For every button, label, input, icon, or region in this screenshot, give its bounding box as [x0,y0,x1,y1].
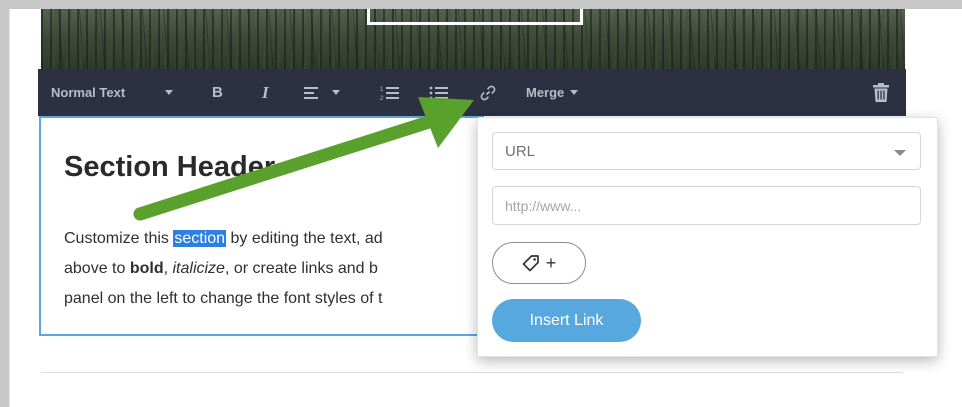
svg-text:2: 2 [380,96,384,101]
window-left-border [0,0,9,407]
body-line-3: panel on the left to change the font sty… [64,290,383,307]
chevron-down-icon [570,90,579,95]
merge-tag-button[interactable]: + [492,242,586,284]
bold-button[interactable]: B [212,69,223,116]
text-run: above to [64,260,130,277]
text-run: , or create links and b [224,260,378,277]
svg-text:1: 1 [380,87,384,93]
tag-icon [522,255,539,272]
hero-frame-box [367,9,583,25]
trash-icon [873,83,889,102]
canvas-left-edge [9,9,10,407]
body-line-2: above to bold, italicize, or create link… [64,254,484,284]
hero-image [41,9,905,69]
ordered-list-button[interactable]: 1 2 [380,69,400,116]
italic-icon: I [262,82,269,102]
chevron-down-icon [332,90,340,95]
selected-text: section [173,230,227,247]
align-left-icon [304,86,318,99]
text-run: Customize this [64,230,174,247]
chevron-down-icon [894,150,906,156]
merge-dropdown[interactable]: Merge [526,69,579,116]
unordered-list-icon [429,86,448,99]
text-style-dropdown[interactable]: Normal Text [51,69,125,116]
unordered-list-button[interactable] [429,69,449,116]
bold-icon: B [212,84,223,101]
window-top-border [0,0,962,9]
bold-text: bold [129,260,164,277]
tag-plus-label: + [545,252,557,273]
link-button[interactable] [479,69,497,116]
text-style-label: Normal Text [51,85,126,100]
delete-button[interactable] [873,69,889,116]
link-icon [480,85,496,100]
text-style-caret[interactable] [165,69,173,116]
merge-label: Merge [526,85,565,100]
section-divider [41,372,903,373]
section-header[interactable]: Section Header [64,151,275,184]
link-type-value: URL [505,142,536,160]
text-editor-toolbar: Normal Text B I 1 2 Merge [38,69,906,116]
link-type-select[interactable]: URL [492,132,921,170]
section-body-text[interactable]: Customize this section by editing the te… [64,224,484,314]
italic-text: italicize [172,260,225,277]
text-run: by editing the text, ad [226,230,383,247]
align-button[interactable] [304,69,340,116]
insert-link-button[interactable]: Insert Link [492,299,641,342]
insert-link-popover: URL + Insert Link [477,117,938,357]
body-line-1: Customize this section by editing the te… [64,224,484,254]
url-input[interactable] [492,186,921,225]
chevron-down-icon [165,90,173,95]
ordered-list-icon: 1 2 [380,86,399,101]
italic-button[interactable]: I [262,69,269,116]
